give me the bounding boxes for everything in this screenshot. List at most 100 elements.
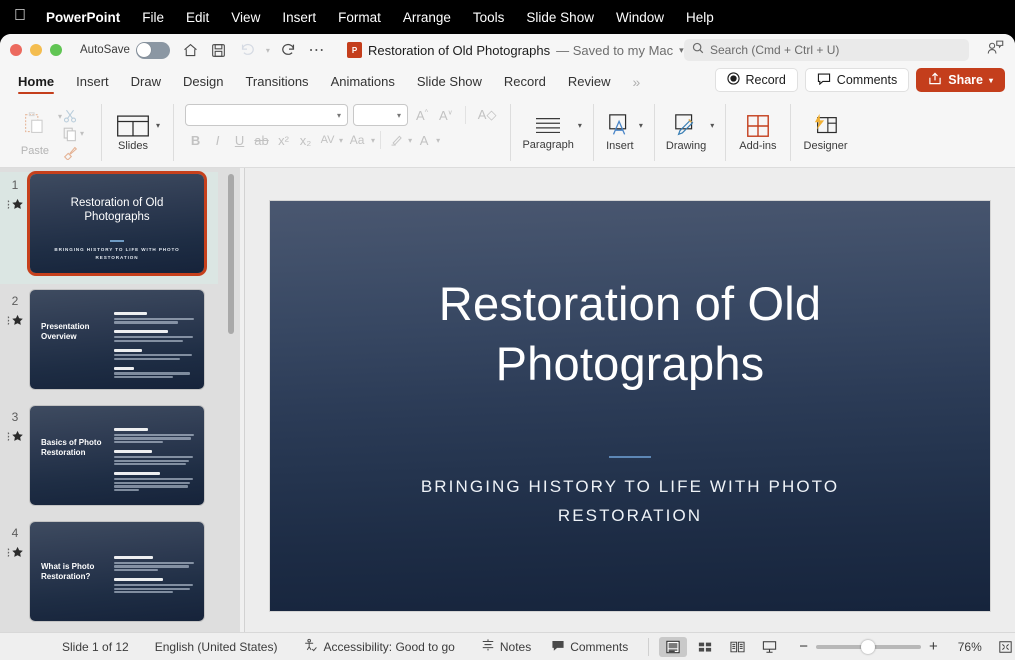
menu-item-format[interactable]: Format bbox=[338, 10, 381, 25]
format-painter-button[interactable] bbox=[62, 144, 90, 160]
superscript-button[interactable]: x² bbox=[273, 130, 294, 150]
copy-button[interactable]: ▾ bbox=[62, 126, 90, 142]
font-size-input[interactable]: ▾ bbox=[353, 104, 408, 126]
strikethrough-button[interactable]: ab bbox=[251, 130, 272, 150]
zoom-in-button[interactable]: + bbox=[929, 638, 938, 655]
menu-item-view[interactable]: View bbox=[231, 10, 260, 25]
save-icon[interactable] bbox=[206, 38, 232, 62]
underline-button[interactable]: U bbox=[229, 130, 250, 150]
slide-sorter-button[interactable] bbox=[691, 637, 719, 657]
search-box[interactable] bbox=[684, 39, 969, 61]
tab-home[interactable]: Home bbox=[14, 74, 65, 96]
zoom-slider-handle[interactable] bbox=[861, 640, 875, 654]
slide-count-indicator[interactable]: Slide 1 of 12 bbox=[62, 640, 129, 654]
highlight-chevron-down-icon[interactable]: ▾ bbox=[408, 136, 412, 145]
text-highlight-icon[interactable] bbox=[386, 130, 407, 150]
comments-status-button[interactable]: Comments bbox=[551, 639, 628, 655]
slide-thumbnail-2[interactable]: 2 Presentation Overview bbox=[0, 290, 240, 406]
menu-item-powerpoint[interactable]: PowerPoint bbox=[46, 10, 120, 25]
slideshow-button[interactable] bbox=[755, 637, 783, 657]
slide-title-placeholder[interactable]: Restoration of Old Photographs bbox=[330, 274, 930, 394]
collaborators-icon[interactable] bbox=[986, 39, 1005, 61]
undo-icon[interactable] bbox=[234, 38, 260, 62]
tab-animations[interactable]: Animations bbox=[320, 74, 406, 96]
menu-item-insert[interactable]: Insert bbox=[282, 10, 316, 25]
animation-star-icon[interactable] bbox=[7, 314, 24, 326]
tab-slide-show[interactable]: Slide Show bbox=[406, 74, 493, 96]
notes-button[interactable]: Notes bbox=[481, 638, 531, 655]
menu-item-arrange[interactable]: Arrange bbox=[403, 10, 451, 25]
tab-transitions[interactable]: Transitions bbox=[234, 74, 319, 96]
record-button[interactable]: Record bbox=[715, 68, 798, 92]
zoom-out-button[interactable]: − bbox=[799, 638, 808, 655]
copy-chevron-down-icon[interactable]: ▾ bbox=[80, 129, 84, 138]
animation-star-icon[interactable] bbox=[7, 198, 24, 210]
ribbon-overflow-icon[interactable]: » bbox=[621, 74, 651, 96]
bold-button[interactable]: B bbox=[185, 130, 206, 150]
change-case-chevron-down-icon[interactable]: ▾ bbox=[371, 136, 375, 145]
change-case-button[interactable]: Aa bbox=[344, 130, 370, 150]
slide-thumbnail-1[interactable]: 1 Restoration of Old Photographs BRINGIN… bbox=[0, 174, 240, 290]
share-button[interactable]: Share ▾ bbox=[916, 68, 1005, 92]
more-options-icon[interactable]: ⋯ bbox=[304, 38, 330, 62]
menu-item-tools[interactable]: Tools bbox=[473, 10, 505, 25]
thumbnail-scrollbar[interactable] bbox=[228, 174, 234, 334]
reading-view-button[interactable] bbox=[723, 637, 751, 657]
font-color-button[interactable]: A bbox=[413, 130, 435, 150]
drawing-button[interactable]: Drawing bbox=[666, 113, 706, 152]
character-spacing-button[interactable]: AV bbox=[317, 130, 338, 150]
current-slide[interactable]: Restoration of Old Photographs BRINGING … bbox=[270, 201, 990, 611]
tab-draw[interactable]: Draw bbox=[120, 74, 172, 96]
slide-thumbnail-3[interactable]: 3 Basics of Photo Restoration bbox=[0, 406, 240, 522]
menu-item-slide-show[interactable]: Slide Show bbox=[526, 10, 594, 25]
slide-preview-4[interactable]: What is Photo Restoration? bbox=[30, 522, 204, 621]
slides-chevron-down-icon[interactable]: ▾ bbox=[156, 121, 160, 130]
designer-button[interactable]: Designer bbox=[804, 113, 848, 152]
search-input[interactable] bbox=[710, 43, 961, 57]
home-icon[interactable] bbox=[178, 38, 204, 62]
close-window-button[interactable] bbox=[10, 44, 22, 56]
italic-button[interactable]: I bbox=[207, 130, 228, 150]
tab-record[interactable]: Record bbox=[493, 74, 557, 96]
drawing-chevron-down-icon[interactable]: ▾ bbox=[710, 121, 714, 130]
font-size-chevron-down-icon[interactable]: ▾ bbox=[397, 111, 401, 120]
zoom-control[interactable]: − + bbox=[799, 638, 938, 655]
maximize-window-button[interactable] bbox=[50, 44, 62, 56]
tab-review[interactable]: Review bbox=[557, 74, 622, 96]
minimize-window-button[interactable] bbox=[30, 44, 42, 56]
clear-formatting-icon[interactable]: A◇ bbox=[475, 107, 500, 123]
language-indicator[interactable]: English (United States) bbox=[155, 640, 278, 654]
animation-star-icon[interactable] bbox=[7, 546, 24, 558]
redo-icon[interactable] bbox=[276, 38, 302, 62]
shrink-font-icon[interactable]: A∨ bbox=[436, 108, 456, 123]
slides-button[interactable]: Slides bbox=[115, 113, 151, 152]
font-name-input[interactable]: ▾ bbox=[185, 104, 348, 126]
font-name-chevron-down-icon[interactable]: ▾ bbox=[337, 111, 341, 120]
menu-item-edit[interactable]: Edit bbox=[186, 10, 209, 25]
tab-insert[interactable]: Insert bbox=[65, 74, 120, 96]
zoom-slider[interactable] bbox=[816, 645, 921, 649]
slide-preview-1[interactable]: Restoration of Old Photographs BRINGING … bbox=[30, 174, 204, 273]
font-color-chevron-down-icon[interactable]: ▾ bbox=[436, 136, 440, 145]
insert-chevron-down-icon[interactable]: ▾ bbox=[639, 121, 643, 130]
tab-design[interactable]: Design bbox=[172, 74, 234, 96]
paragraph-chevron-down-icon[interactable]: ▾ bbox=[578, 121, 582, 130]
slide-preview-3[interactable]: Basics of Photo Restoration bbox=[30, 406, 204, 505]
paragraph-button[interactable]: Paragraph bbox=[522, 114, 573, 151]
subscript-button[interactable]: x₂ bbox=[295, 130, 316, 150]
menu-item-help[interactable]: Help bbox=[686, 10, 714, 25]
slide-preview-2[interactable]: Presentation Overview bbox=[30, 290, 204, 389]
undo-dropdown-icon[interactable]: ▾ bbox=[262, 38, 274, 62]
comments-button[interactable]: Comments bbox=[805, 68, 909, 92]
apple-logo-icon[interactable]:  bbox=[14, 8, 26, 27]
accessibility-indicator[interactable]: Accessibility: Good to go bbox=[303, 638, 454, 656]
menu-item-window[interactable]: Window bbox=[616, 10, 664, 25]
addins-button[interactable]: Add-ins bbox=[739, 113, 776, 152]
character-spacing-chevron-down-icon[interactable]: ▾ bbox=[339, 136, 343, 145]
slide-editing-stage[interactable]: Restoration of Old Photographs BRINGING … bbox=[245, 168, 1015, 644]
share-chevron-down-icon[interactable]: ▾ bbox=[989, 76, 993, 85]
document-title-area[interactable]: P Restoration of Old Photographs — Saved… bbox=[347, 42, 684, 58]
paste-button[interactable]: Paste bbox=[12, 109, 58, 157]
slide-thumbnail-4[interactable]: 4 What is Photo Restoration? bbox=[0, 522, 240, 638]
slide-thumbnail-pane[interactable]: 1 Restoration of Old Photographs BRINGIN… bbox=[0, 168, 240, 644]
